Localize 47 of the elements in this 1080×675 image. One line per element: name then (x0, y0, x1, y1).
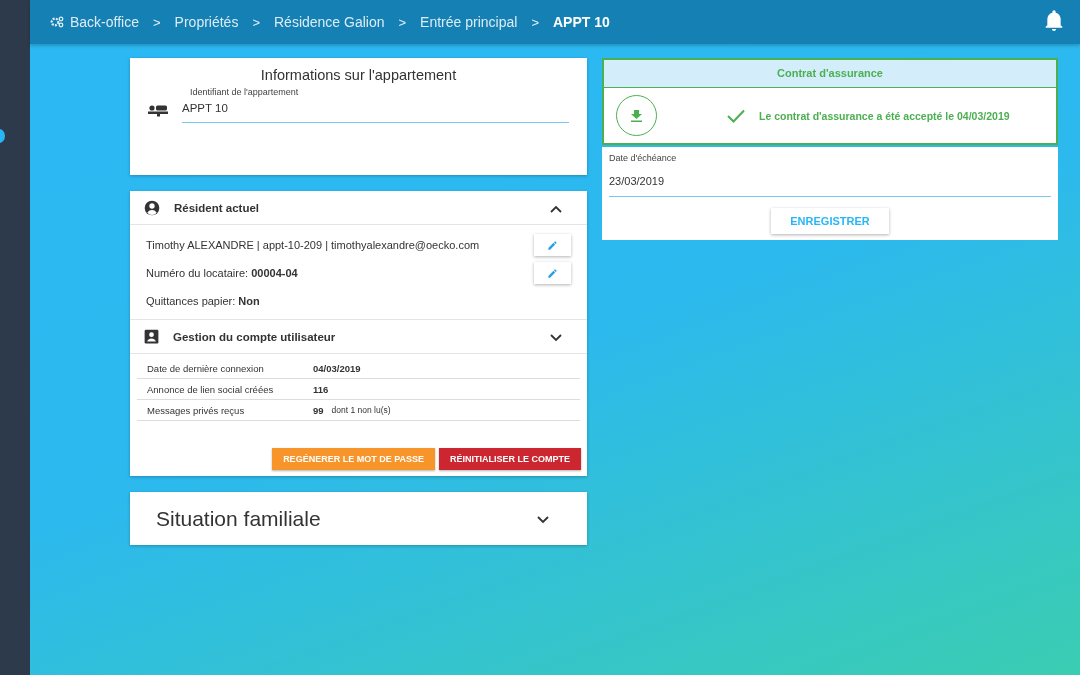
row-label: Messages privés reçus (147, 404, 246, 416)
card-title: Informations sur l'appartement (259, 66, 458, 85)
card-header: Contrat d'assurance (604, 60, 1056, 88)
breadcrumb-link[interactable]: APPT 10 (553, 14, 610, 30)
accordion-header[interactable]: Résident actuel (130, 191, 587, 225)
section-title: Situation familiale (156, 506, 321, 531)
contact-card-icon (144, 329, 159, 344)
edit-button[interactable] (534, 234, 571, 256)
download-icon (631, 109, 642, 122)
status-text: Le contrat d'assurance a été accepté le 04/03/2019 (759, 109, 1010, 122)
due-date-field[interactable]: Date d'échéance 23/03/2019 (609, 153, 1051, 197)
bell-icon[interactable] (1044, 10, 1064, 32)
action-button[interactable]: RÉINITIALISER LE COMPTE (439, 448, 581, 470)
bed-icon (148, 105, 168, 117)
chevron-down-icon[interactable] (537, 515, 549, 524)
row-label: Annonce de lien social créées (147, 383, 275, 395)
edit-button[interactable] (534, 262, 571, 284)
gears-icon (50, 16, 64, 28)
resident-info-text: Numéro du locataire: 00004-04 (146, 267, 298, 279)
breadcrumb-separator: > (531, 14, 539, 30)
apartment-id-field[interactable]: Identifiant de l'appartement APPT 10 (182, 87, 569, 123)
row-label: Date de dernière connexion (147, 362, 265, 374)
chevron-down-icon[interactable] (550, 333, 562, 342)
row-note: dont 1 non lu(s) (331, 405, 391, 415)
accordion-header[interactable]: Situation familiale (130, 492, 587, 545)
breadcrumb-link[interactable]: Propriétés (174, 14, 239, 30)
breadcrumb-separator: > (153, 14, 161, 30)
row-value: 116 (313, 383, 329, 395)
row-value: 04/03/2019 (313, 362, 361, 374)
row-value: 99 (313, 404, 324, 416)
chevron-up-icon[interactable] (550, 204, 562, 213)
breadcrumb-link[interactable]: Back-office (50, 14, 139, 30)
breadcrumb-link[interactable]: Entrée principal (420, 14, 518, 30)
breadcrumb-link[interactable]: Résidence Galion (274, 14, 385, 30)
section-title: Résident actuel (174, 201, 260, 214)
accordion-header[interactable]: Gestion du compte utilisateur (130, 319, 587, 354)
pencil-icon (547, 267, 558, 279)
section-title: Gestion du compte utilisateur (173, 330, 337, 343)
action-button[interactable]: REGÉNERER LE MOT DE PASSE (272, 448, 435, 470)
user-circle-icon (144, 199, 160, 216)
breadcrumb-separator: > (252, 14, 260, 30)
save-button[interactable]: ENREGISTRER (771, 208, 889, 234)
pencil-icon (547, 239, 558, 251)
resident-info-text: Timothy ALEXANDRE | appt-10-209 | timothyalexandre@oecko.com (146, 239, 480, 251)
resident-info-text: Quittances papier: Non (146, 295, 260, 307)
download-button[interactable] (616, 95, 657, 136)
breadcrumb-separator: > (398, 14, 407, 30)
